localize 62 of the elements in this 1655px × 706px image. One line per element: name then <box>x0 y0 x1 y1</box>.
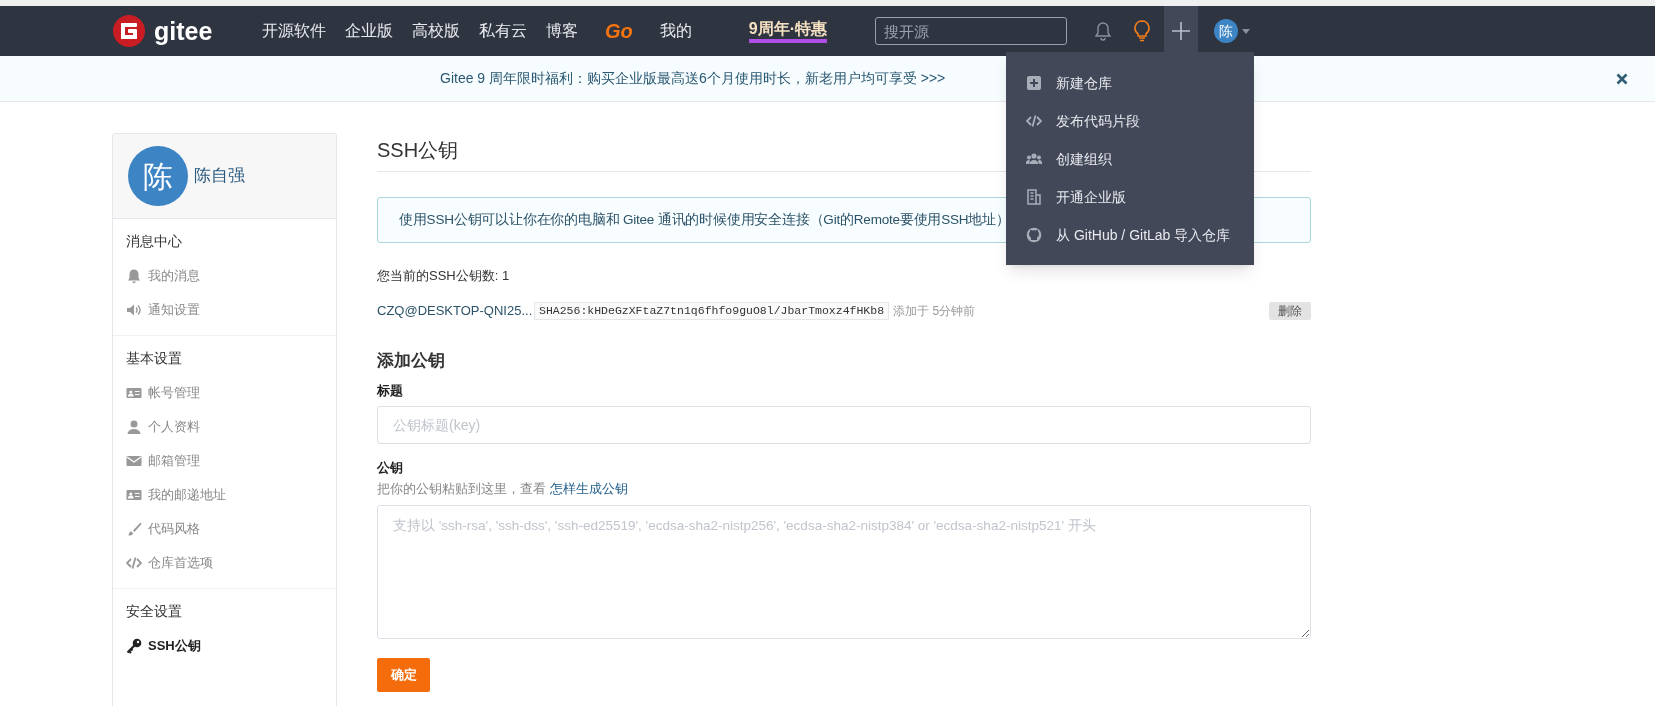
key-icon <box>126 638 142 654</box>
help-link[interactable]: 怎样生成公钥 <box>550 479 628 499</box>
envelope-icon <box>126 453 142 469</box>
sidebar-item[interactable]: 个人资料 <box>126 410 323 444</box>
brush-icon <box>126 521 142 537</box>
nav-link[interactable]: 我的 <box>659 19 692 43</box>
user-name[interactable]: 陈自强 <box>194 163 245 189</box>
key-textarea[interactable]: 支持以 'ssh-rsa', 'ssh-dss', 'ssh-ed25519', 'ecdsa-sha2-nistp256', 'ecdsa-sha2-nistp384' or 'ecdsa-sha2-nistp521' 开头 <box>377 504 1311 639</box>
building-icon <box>1026 189 1042 205</box>
nav-link[interactable]: 博客 <box>546 19 578 43</box>
users-icon <box>1026 151 1042 167</box>
user-avatar[interactable]: 陈 <box>1214 19 1238 43</box>
page-title: SSH公钥 <box>377 139 459 161</box>
lightbulb-icon[interactable] <box>1133 20 1151 42</box>
menu-item[interactable]: 发布代码片段 <box>1006 102 1254 140</box>
sidebar-item[interactable]: 我的消息 <box>126 259 323 293</box>
nav-link[interactable]: 企业版 <box>345 19 393 43</box>
caret-icon[interactable] <box>1242 28 1250 34</box>
promo-banner-link[interactable]: Gitee 9 周年限时福利：购买企业版最高送6个月使用时长，新老用户均可享受 >>> <box>440 68 946 89</box>
code-icon <box>1026 113 1042 129</box>
go-link[interactable]: Go <box>597 16 641 46</box>
key-count: 您当前的SSH公钥数: 1 <box>377 267 511 285</box>
added-time: 添加于 5分钟前 <box>893 302 976 320</box>
logo-icon <box>112 14 146 48</box>
key-fingerprint: SHA256:kHDeGzXFtaZ7tn1q6fhfo9guO8l/JbarTmoxz4fHKb8 <box>534 301 890 320</box>
section-title: 安全设置 <box>126 602 183 621</box>
sidebar-item[interactable]: 代码风格 <box>126 512 323 546</box>
section-title: 消息中心 <box>126 232 183 251</box>
title-input[interactable]: 公钥标题(key) <box>377 405 1311 444</box>
menu-item[interactable]: 新建仓库 <box>1006 64 1254 102</box>
nav-link[interactable]: 私有云 <box>479 19 527 43</box>
bell-icon <box>126 268 142 284</box>
menu-item[interactable]: 创建组织 <box>1006 140 1254 178</box>
nav-link[interactable]: 开源软件 <box>262 19 326 43</box>
sidebar-item[interactable]: 邮箱管理 <box>126 444 323 478</box>
search-field[interactable]: 搜开源 <box>875 17 1067 45</box>
close-icon[interactable] <box>1616 73 1628 85</box>
field-label: 公钥 <box>377 458 404 477</box>
id-card-icon <box>126 487 142 503</box>
logo-text[interactable]: gitee <box>154 18 213 44</box>
nav-link[interactable]: 高校版 <box>412 19 460 43</box>
github-icon <box>1026 227 1042 243</box>
form-heading: 添加公钥 <box>377 349 446 372</box>
code-icon <box>126 555 142 571</box>
sidebar-item[interactable]: SSH公钥 <box>126 629 323 663</box>
hint-text: 把你的公钥粘贴到这里，查看 <box>377 480 546 498</box>
bell-icon[interactable] <box>1094 21 1112 41</box>
field-label: 标题 <box>377 382 404 400</box>
sidebar-item[interactable]: 帐号管理 <box>126 376 323 410</box>
id-card-icon <box>126 385 142 401</box>
section-title: 基本设置 <box>126 349 183 368</box>
sidebar-item[interactable]: 我的邮递地址 <box>126 478 323 512</box>
plus-square-icon <box>1026 75 1042 91</box>
user-avatar[interactable]: 陈 <box>128 146 188 206</box>
user-icon <box>126 419 142 435</box>
speaker-icon <box>126 302 142 318</box>
anniversary-promo-link[interactable]: 9周年·特惠 <box>748 19 827 43</box>
sidebar-item[interactable]: 仓库首选项 <box>126 546 323 580</box>
sidebar-item[interactable]: 通知设置 <box>126 293 323 327</box>
plus-icon <box>1171 21 1191 41</box>
key-name[interactable]: CZQ@DESKTOP-QNI25... <box>377 300 534 321</box>
delete-button[interactable]: 删除 <box>1269 301 1311 320</box>
